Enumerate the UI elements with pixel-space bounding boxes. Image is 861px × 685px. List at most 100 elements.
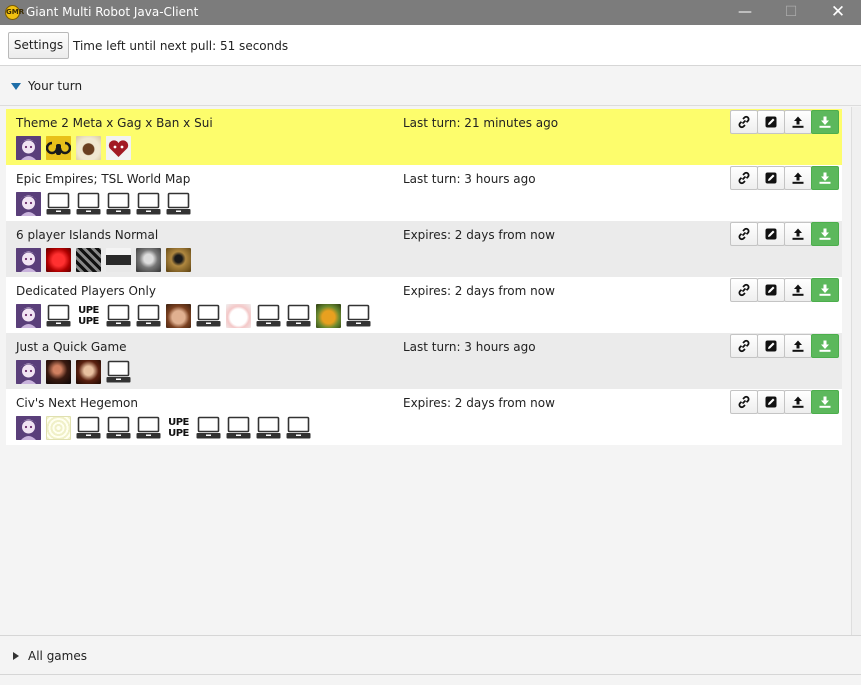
player-avatar — [16, 416, 41, 440]
game-row[interactable]: Epic Empires; TSL World Map Last turn: 3 … — [6, 165, 842, 221]
game-row[interactable]: Civ's Next Hegemon Expires: 2 days from n… — [6, 389, 842, 445]
player-avatar — [16, 248, 41, 272]
download-icon — [818, 395, 832, 409]
edit-button[interactable] — [757, 110, 785, 134]
player-avatars: UPE UPE — [16, 416, 311, 440]
ai-player-laptop-icon — [136, 192, 161, 216]
edit-icon — [764, 339, 778, 353]
game-actions — [730, 222, 839, 246]
download-button[interactable] — [811, 222, 839, 246]
player-avatars — [16, 360, 131, 384]
ai-player-laptop-icon — [256, 416, 281, 440]
ai-player-laptop-icon — [76, 416, 101, 440]
download-button[interactable] — [811, 390, 839, 414]
upload-button[interactable] — [784, 390, 812, 414]
ai-player-laptop-icon — [106, 416, 131, 440]
title-bar: GMR Giant Multi Robot Java-Client — ☐ ✕ — [0, 0, 861, 25]
settings-button[interactable]: Settings — [8, 32, 69, 59]
game-actions — [730, 110, 839, 134]
game-status: Expires: 2 days from now — [403, 228, 555, 242]
upload-button[interactable] — [784, 222, 812, 246]
ai-player-laptop-icon — [256, 304, 281, 328]
player-avatars — [16, 248, 191, 272]
upe-avatar-text: UPE — [78, 305, 99, 316]
edit-button[interactable] — [757, 334, 785, 358]
ai-player-laptop-icon — [106, 304, 131, 328]
player-avatar — [46, 360, 71, 384]
link-button[interactable] — [730, 278, 758, 302]
ai-player-laptop-icon — [226, 416, 251, 440]
link-button[interactable] — [730, 166, 758, 190]
link-icon — [737, 115, 751, 129]
edit-button[interactable] — [757, 166, 785, 190]
app-logo-icon: GMR — [5, 5, 24, 20]
game-actions — [730, 390, 839, 414]
expanded-arrow-icon — [11, 83, 21, 90]
minimize-button[interactable]: — — [722, 0, 768, 25]
upload-button[interactable] — [784, 278, 812, 302]
download-button[interactable] — [811, 334, 839, 358]
game-status: Expires: 2 days from now — [403, 396, 555, 410]
upe-avatar-text: UPE — [168, 417, 189, 428]
upload-button[interactable] — [784, 166, 812, 190]
game-row[interactable]: 6 player Islands Normal Expires: 2 days f… — [6, 221, 842, 277]
link-icon — [737, 395, 751, 409]
download-button[interactable] — [811, 166, 839, 190]
player-avatar — [46, 136, 71, 160]
game-row[interactable]: Just a Quick Game Last turn: 3 hours ago — [6, 333, 842, 389]
ai-player-laptop-icon — [106, 360, 131, 384]
upload-button[interactable] — [784, 110, 812, 134]
ai-player-laptop-icon — [106, 192, 131, 216]
your-turn-label: Your turn — [28, 79, 83, 93]
download-icon — [818, 283, 832, 297]
edit-icon — [764, 395, 778, 409]
download-icon — [818, 227, 832, 241]
link-button[interactable] — [730, 110, 758, 134]
ai-player-laptop-icon — [136, 304, 161, 328]
upload-icon — [791, 227, 805, 241]
ai-player-laptop-icon — [196, 416, 221, 440]
ai-player-laptop-icon — [286, 304, 311, 328]
download-button[interactable] — [811, 110, 839, 134]
player-avatar — [316, 304, 341, 328]
download-icon — [818, 339, 832, 353]
download-button[interactable] — [811, 278, 839, 302]
upload-icon — [791, 395, 805, 409]
player-avatar: UPE UPE — [76, 304, 101, 328]
download-icon — [818, 115, 832, 129]
ai-player-laptop-icon — [166, 192, 191, 216]
all-games-label: All games — [28, 649, 87, 663]
all-games-section-header[interactable]: All games — [0, 635, 861, 675]
link-button[interactable] — [730, 390, 758, 414]
player-avatar — [16, 304, 41, 328]
game-status: Last turn: 21 minutes ago — [403, 116, 559, 130]
edit-icon — [764, 115, 778, 129]
edit-button[interactable] — [757, 222, 785, 246]
edit-button[interactable] — [757, 390, 785, 414]
player-avatar — [226, 304, 251, 328]
game-row[interactable]: Theme 2 Meta x Gag x Ban x Sui Last turn:… — [6, 109, 842, 165]
link-button[interactable] — [730, 334, 758, 358]
edit-button[interactable] — [757, 278, 785, 302]
edit-icon — [764, 283, 778, 297]
game-name: Epic Empires; TSL World Map — [16, 172, 191, 186]
game-name: Dedicated Players Only — [16, 284, 156, 298]
upload-button[interactable] — [784, 334, 812, 358]
player-avatar — [76, 136, 101, 160]
upload-icon — [791, 283, 805, 297]
game-actions — [730, 334, 839, 358]
player-avatar — [166, 304, 191, 328]
link-button[interactable] — [730, 222, 758, 246]
player-avatars: UPE UPE — [16, 304, 371, 328]
scrollbar[interactable] — [851, 107, 861, 635]
player-avatar — [106, 136, 131, 160]
ai-player-laptop-icon — [76, 192, 101, 216]
your-turn-section-header[interactable]: Your turn — [0, 66, 861, 106]
player-avatar — [16, 136, 41, 160]
player-avatar — [76, 360, 101, 384]
ai-player-laptop-icon — [46, 304, 71, 328]
close-button[interactable]: ✕ — [815, 0, 861, 25]
maximize-button[interactable]: ☐ — [768, 0, 814, 25]
game-row[interactable]: Dedicated Players Only Expires: 2 days fr… — [6, 277, 842, 333]
game-actions — [730, 166, 839, 190]
